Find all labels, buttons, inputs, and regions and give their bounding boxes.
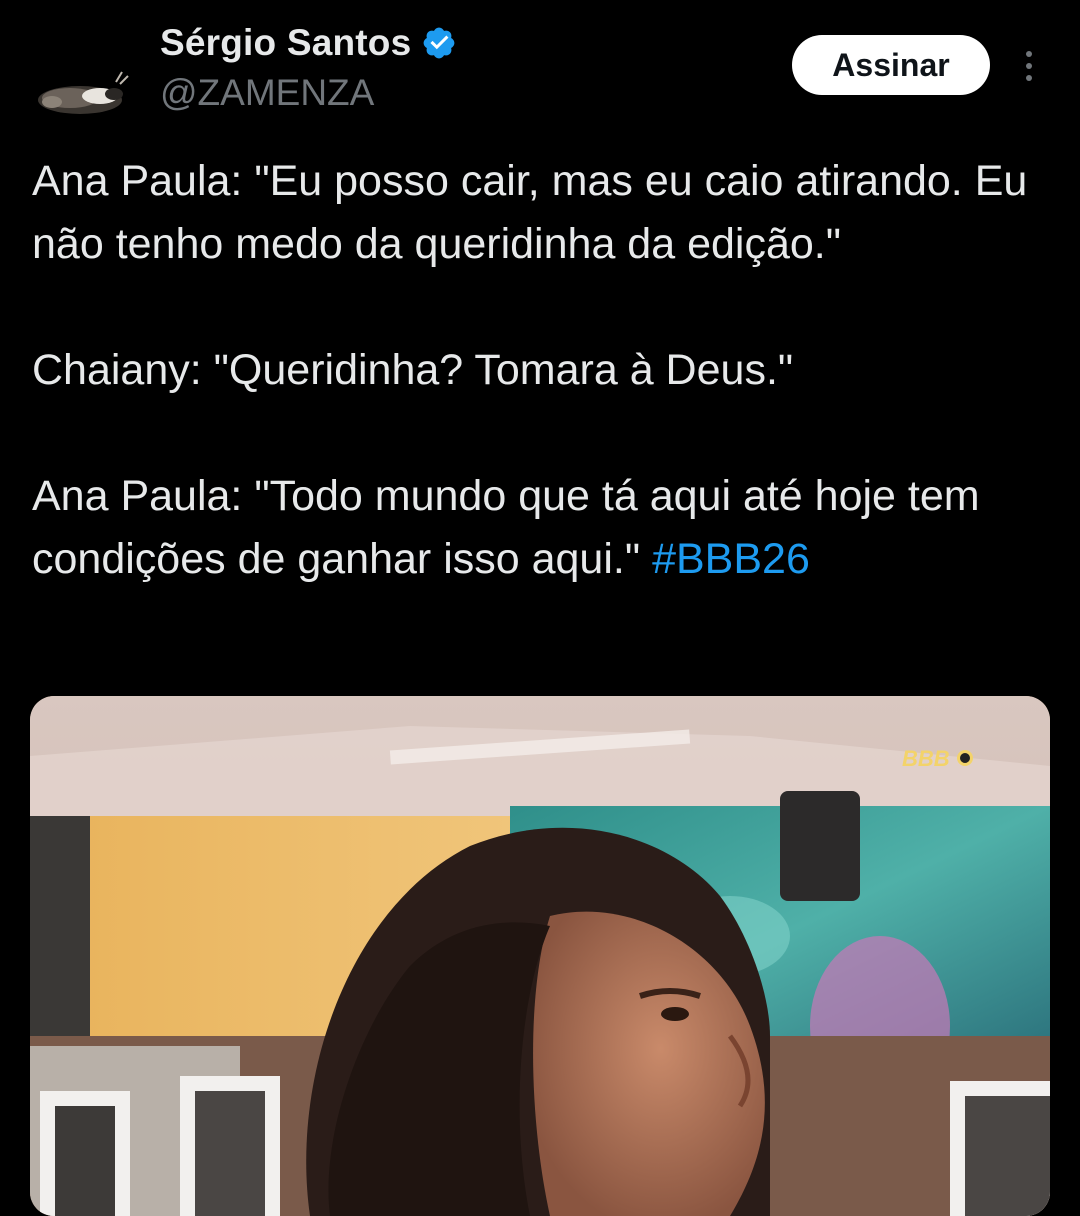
author-name-row[interactable]: Sérgio Santos [160,22,457,64]
subscribe-button[interactable]: Assinar [792,35,990,95]
tweet-media[interactable]: BBB [30,696,1050,1216]
hashtag-link[interactable]: #BBB26 [652,535,810,583]
more-dot [1026,51,1032,57]
watermark-text: BBB [902,746,950,771]
tweet-paragraph-1: Ana Paula: "Eu posso cair, mas eu caio a… [32,157,1040,268]
tweet-text: Ana Paula: "Eu posso cair, mas eu caio a… [32,150,1062,591]
tweet-paragraph-3: Ana Paula: "Todo mundo que tá aqui até h… [32,465,1062,591]
author-display-name[interactable]: Sérgio Santos [160,22,411,64]
verified-badge-icon[interactable] [421,25,457,61]
tweet: Sérgio Santos @ZAMENZA Assinar Ana Paula… [0,0,1080,1216]
more-dot [1026,75,1032,81]
more-dot [1026,63,1032,69]
dog-avatar-icon [30,40,134,144]
tweet-paragraph-3-text: Ana Paula: "Todo mundo que tá aqui até h… [32,472,992,583]
more-options-icon[interactable] [1014,46,1044,86]
author-handle[interactable]: @ZAMENZA [160,72,374,114]
video-still-image: BBB [30,696,1050,1216]
tweet-paragraph-2: Chaiany: "Queridinha? Tomara à Deus." [32,346,794,394]
avatar[interactable] [30,40,134,144]
